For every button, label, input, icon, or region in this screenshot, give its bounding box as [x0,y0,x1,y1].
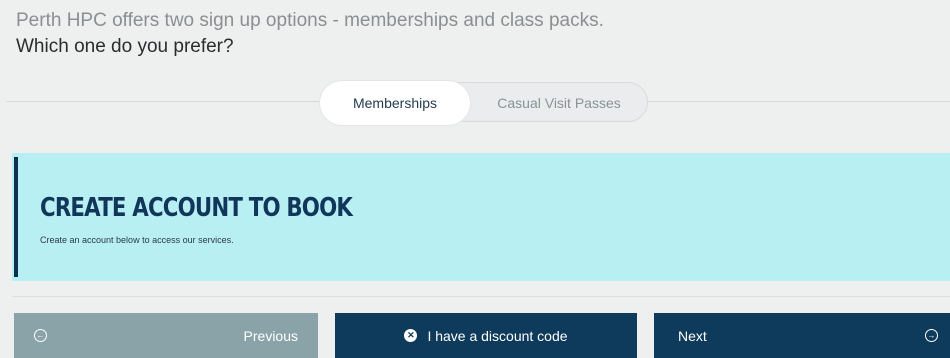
banner-title: CREATE ACCOUNT TO BOOK [40,193,353,223]
x-circle-icon: ✕ [404,329,418,342]
arrow-right-circle-icon: → [925,329,938,342]
next-button-label: Next [678,327,707,344]
intro-line-offers: Perth HPC offers two sign up options - m… [16,10,604,31]
option-toggle-row: Memberships Casual Visit Passes [0,80,950,125]
intro-line-question: Which one do you prefer? [16,36,234,57]
tab-memberships[interactable]: Memberships [320,81,470,125]
arrow-left-circle-icon: ← [34,329,47,342]
tab-casual-visit-passes[interactable]: Casual Visit Passes [471,81,647,125]
section-divider [12,296,950,297]
intro-text: Perth HPC offers two sign up options - m… [16,8,604,60]
discount-code-button[interactable]: ✕ I have a discount code [335,313,637,358]
banner-accent-bar [14,157,18,277]
previous-button-label: Previous [243,327,298,344]
banner-subtitle: Create an account below to access our se… [40,235,234,245]
option-toggle: Memberships Casual Visit Passes [320,81,648,125]
signup-page: Perth HPC offers two sign up options - m… [0,0,950,358]
create-account-banner: CREATE ACCOUNT TO BOOK Create an account… [12,153,950,281]
previous-button[interactable]: ← Previous [14,313,318,358]
discount-button-label: I have a discount code [427,327,568,344]
next-button[interactable]: Next → [654,313,950,358]
